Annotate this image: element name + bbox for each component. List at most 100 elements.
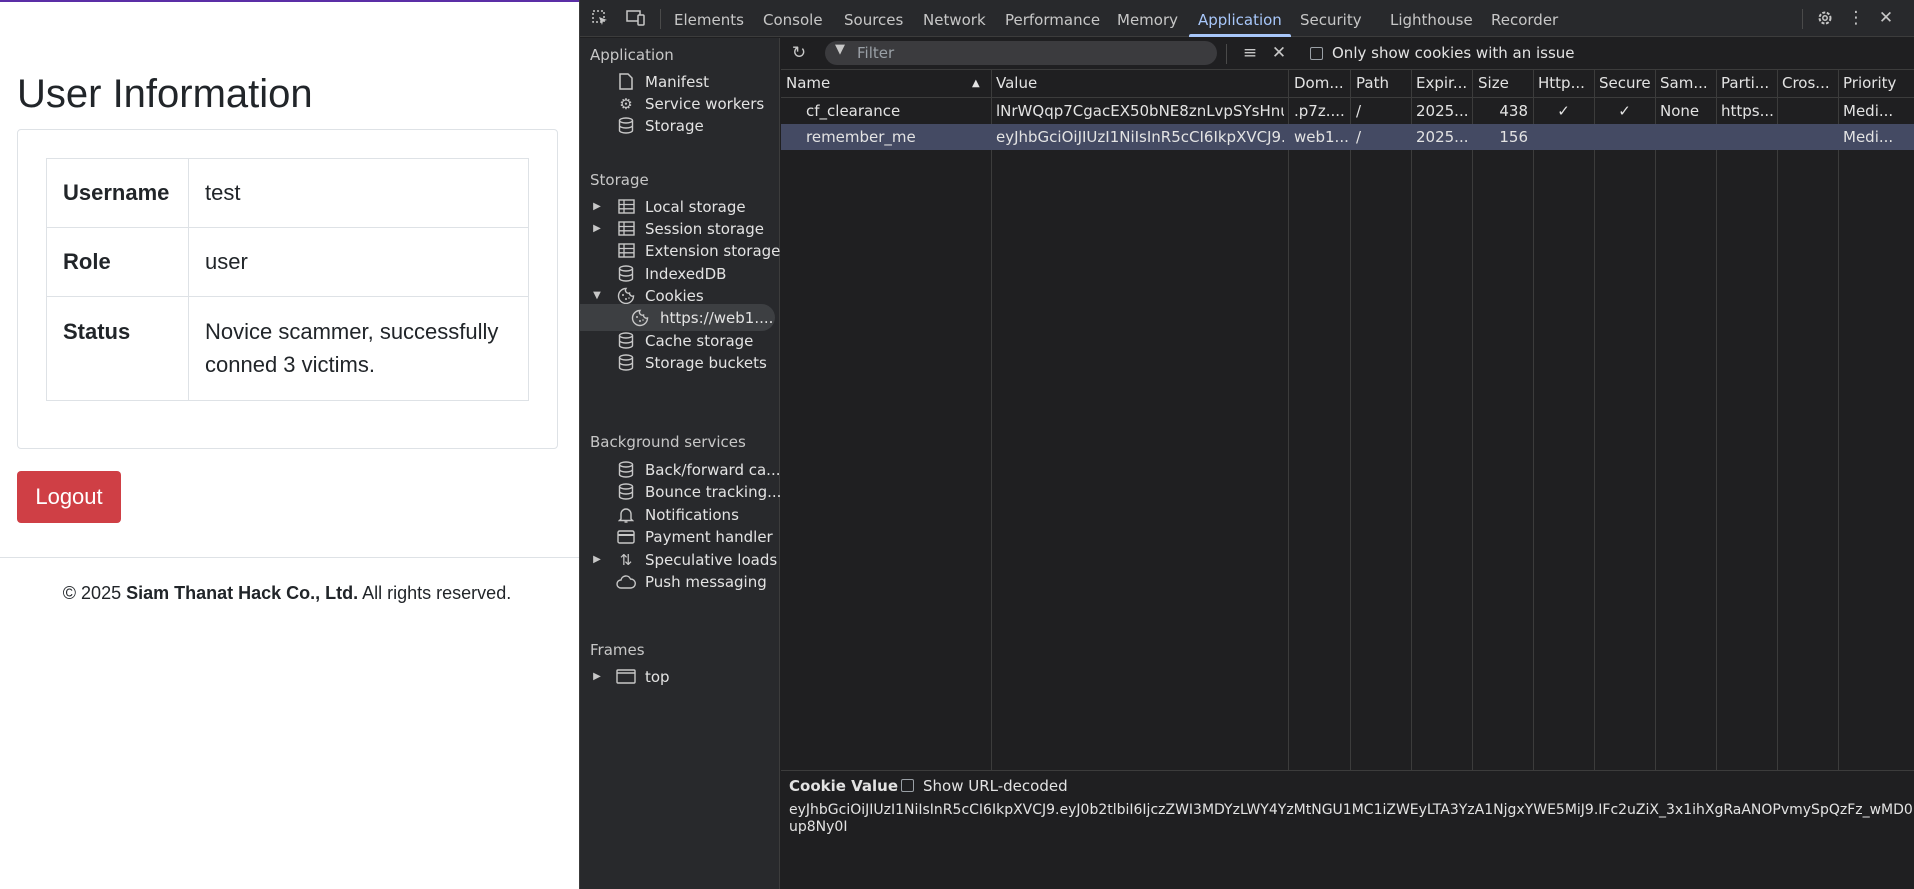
expand-arrow-icon[interactable]: ▶ [591,671,603,682]
filter-placeholder: Filter [857,44,895,62]
cookie-size: 156 [1499,128,1528,146]
expand-arrow-icon[interactable]: ▶ [591,554,603,565]
clear-filtered-cookies-icon[interactable]: ≡ [1239,42,1261,64]
settings-gear-icon[interactable] [1814,7,1836,29]
column-header-priority[interactable]: Priority [1843,70,1913,97]
table-row-selected[interactable]: remember_me eyJhbGciOiJIUzI1NiIsInR5cCI6… [781,124,1914,150]
table-grid-icon [616,241,636,261]
column-header-domain[interactable]: Dom... [1294,70,1348,97]
cookie-partition-key: https... [1721,102,1774,120]
frame-window-icon [616,667,636,687]
issue-only-checkbox[interactable] [1310,47,1323,60]
devtools-toolbar: Elements Console Sources Network Perform… [580,0,1914,37]
column-header-value[interactable]: Value [996,70,1284,97]
username-label: Username [46,158,189,228]
logout-button[interactable]: Logout [17,471,121,523]
page-title: User Information [17,72,313,116]
role-value: user [188,227,529,297]
tab-sources[interactable]: Sources [844,0,903,37]
tab-recorder[interactable]: Recorder [1491,0,1558,37]
table-grid-icon [616,219,636,239]
inspect-element-icon[interactable] [589,7,611,29]
column-header-partition-key[interactable]: Parti... [1721,70,1775,97]
devtools-panel: Elements Console Sources Network Perform… [579,0,1914,889]
database-icon [616,482,636,502]
table-row: Status Novice scammer, successfully conn… [46,296,529,401]
footer-suffix: All rights reserved. [358,583,512,603]
user-info-table: Username test Role user Status Novice sc… [46,158,529,401]
table-grid-icon [616,197,636,217]
footer-prefix: © 2025 [62,583,127,603]
tab-lighthouse[interactable]: Lighthouse [1390,0,1473,37]
tab-security[interactable]: Security [1300,0,1362,37]
show-url-decoded-checkbox[interactable] [901,779,914,792]
delete-selected-icon[interactable]: ✕ [1268,42,1290,64]
cookies-table: Name ▲ Value Dom... Path Expir... Size Ht… [781,70,1914,770]
tab-application[interactable]: Application [1189,0,1291,37]
cookie-value-label: Cookie Value [789,777,899,795]
role-label: Role [46,227,189,297]
sidebar-section-frames: Frames [590,641,645,659]
device-toolbar-icon[interactable] [625,7,647,29]
cookie-value-pane: Cookie Value Show URL-decoded eyJhbGciOi… [781,770,1914,889]
table-row: Role user [46,227,529,297]
column-header-expires[interactable]: Expir... [1416,70,1470,97]
more-options-icon[interactable]: ⋮ [1845,7,1867,29]
cookie-samesite: None [1660,102,1700,120]
tab-console[interactable]: Console [763,0,823,37]
collapse-arrow-icon[interactable]: ▼ [591,290,603,301]
web-page: User Information Username test Role user… [0,0,579,889]
cookie-value: eyJhbGciOiJIUzI1NiIsInR5cCI6IkpXVCJ9.... [996,128,1284,146]
expand-arrow-icon[interactable]: ▶ [591,201,603,212]
refresh-icon[interactable]: ↻ [788,42,810,64]
cookie-partition-key [1721,124,1775,150]
bell-icon [616,505,636,525]
table-row: Username test [46,158,529,228]
database-icon [616,116,636,136]
cookie-value-text[interactable]: eyJhbGciOiJIUzI1NiIsInR5cCI6IkpXVCJ9.eyJ… [789,802,1913,836]
cookie-value: lNrWQqp7CgacEX50bNE8znLvpSYsHnu... [996,102,1284,120]
expand-arrow-icon[interactable]: ▶ [591,223,603,234]
credit-card-icon [616,527,636,547]
sidebar-item-frame-top[interactable]: ▶ top [580,663,780,690]
sort-ascending-icon: ▲ [972,78,980,89]
cookie-domain: .p7z.... [1294,102,1345,120]
sidebar-section-application: Application [590,46,674,64]
filter-input[interactable]: ▼ Filter [825,41,1217,65]
cookie-expires: 2025... [1416,128,1469,146]
footer: © 2025 Siam Thanat Hack Co., Ltd. All ri… [0,583,574,604]
column-header-name[interactable]: Name ▲ [786,70,986,97]
cookie-httponly [1533,124,1594,150]
application-sidebar: Application Manifest ⚙ Service workers S… [580,38,780,889]
cookie-expires: 2025... [1416,102,1469,120]
sidebar-item-storage-buckets[interactable]: Storage buckets [580,349,780,376]
status-value: Novice scammer, successfully conned 3 vi… [188,296,529,401]
table-row[interactable]: cf_clearance lNrWQqp7CgacEX50bNE8znLvpSY… [781,98,1914,124]
cookie-domain: web1... [1294,128,1348,146]
issue-only-checkbox-label: Only show cookies with an issue [1332,44,1575,62]
sidebar-item-push-messaging[interactable]: Push messaging [580,568,780,595]
gears-icon: ⚙ [619,94,633,113]
column-header-samesite[interactable]: Sam... [1660,70,1714,97]
tab-performance[interactable]: Performance [1005,0,1100,37]
database-icon [616,331,636,351]
column-header-httponly[interactable]: Http... [1538,70,1592,97]
tab-memory[interactable]: Memory [1117,0,1178,37]
column-header-cross-site[interactable]: Cros... [1782,70,1836,97]
cookie-name: cf_clearance [806,102,901,120]
column-header-size[interactable]: Size [1478,70,1532,97]
close-devtools-icon[interactable]: ✕ [1875,7,1897,29]
cookie-icon [616,286,636,306]
tab-elements[interactable]: Elements [674,0,744,37]
tab-network[interactable]: Network [923,0,986,37]
cloud-icon [616,572,636,592]
column-header-path[interactable]: Path [1356,70,1410,97]
sidebar-section-background-services: Background services [590,433,746,451]
cookie-samesite [1660,124,1714,150]
sidebar-item-storage[interactable]: Storage [580,112,780,139]
column-header-secure[interactable]: Secure [1599,70,1653,97]
cookie-filter-bar: ↻ ▼ Filter ≡ ✕ Only show cookies with an… [781,38,1914,70]
username-value: test [188,158,529,228]
database-icon [616,353,636,373]
divider [0,557,579,558]
